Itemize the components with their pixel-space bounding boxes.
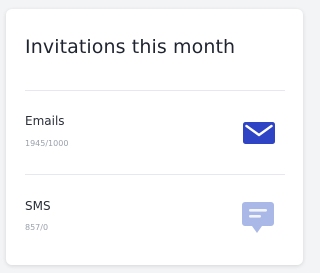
invitations-card: Invitations this month Emails 1945/1000 … (6, 9, 303, 265)
chat-bubble-icon (241, 201, 275, 238)
emails-count: 1945/1000 (25, 139, 69, 148)
divider (25, 174, 285, 175)
card-title: Invitations this month (25, 36, 236, 58)
emails-label: Emails (25, 114, 65, 128)
sms-count: 857/0 (25, 223, 49, 232)
sms-label: SMS (25, 199, 51, 213)
envelope-icon (243, 122, 275, 148)
divider (25, 90, 285, 91)
